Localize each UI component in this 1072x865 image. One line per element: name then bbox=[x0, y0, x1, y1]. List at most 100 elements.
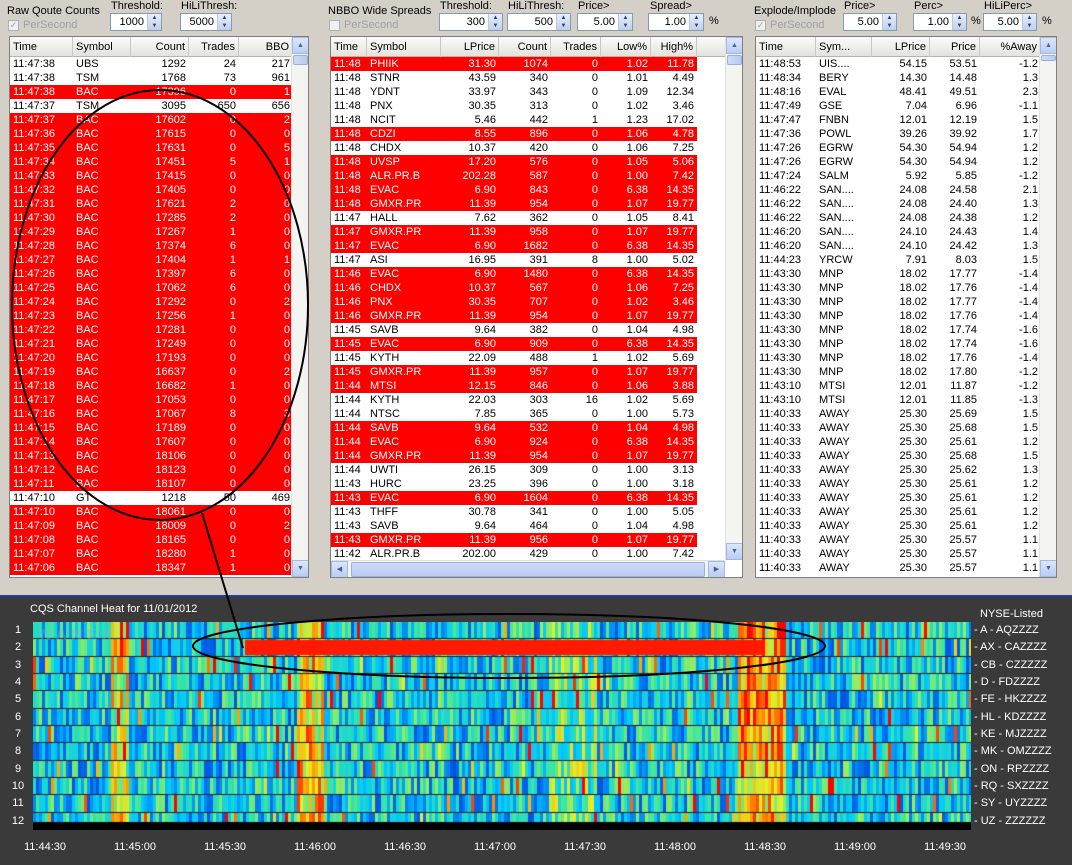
table-row[interactable]: 11:47:10 BAC 18061 0 0 bbox=[10, 505, 293, 519]
spin-arrows-icon[interactable]: ▲ ▼ bbox=[556, 14, 570, 30]
table-row[interactable]: 11:47:08 BAC 18165 0 0 bbox=[10, 533, 293, 547]
table-row[interactable]: 11:47:15 BAC 17189 0 0 bbox=[10, 421, 293, 435]
nbbo-hilit-stepper[interactable]: 500 ▲ ▼ bbox=[507, 13, 571, 31]
table-row[interactable]: 11:47:23 BAC 17256 1 0 bbox=[10, 309, 293, 323]
table-row[interactable]: 11:47:38 UBS 1292 24 217 bbox=[10, 57, 293, 71]
table-row[interactable]: 11:47:10 GT 1218 50 469 bbox=[10, 491, 293, 505]
column-header[interactable]: Time bbox=[10, 37, 73, 57]
table-row[interactable]: 11:45 SAVB 9.64 382 0 1.04 4.98 bbox=[331, 323, 697, 337]
table-row[interactable]: 11:43:10 MTSI 12.01 11.85 -1.3 bbox=[756, 393, 1041, 407]
scroll-thumb[interactable] bbox=[293, 55, 308, 65]
table-row[interactable]: 11:40:33 AWAY 25.30 25.69 1.5 bbox=[756, 407, 1041, 421]
table-row[interactable]: 11:47:20 BAC 17193 0 0 bbox=[10, 351, 293, 365]
table-row[interactable]: 11:47:37 TSM 3095 650 656 bbox=[10, 99, 293, 113]
table-row[interactable]: 11:47:09 BAC 18009 0 2 bbox=[10, 519, 293, 533]
scroll-up-icon[interactable]: ▲ bbox=[1040, 37, 1056, 54]
nbbo-vertical-scrollbar[interactable]: ▲ ▼ bbox=[725, 37, 742, 560]
table-row[interactable]: 11:47:33 BAC 17415 0 0 bbox=[10, 169, 293, 183]
table-row[interactable]: 11:47:24 BAC 17292 0 2 bbox=[10, 295, 293, 309]
table-row[interactable]: 11:40:33 AWAY 25.30 25.61 1.2 bbox=[756, 505, 1041, 519]
table-row[interactable]: 11:48:34 BERY 14.30 14.48 1.3 bbox=[756, 71, 1041, 85]
raw-quote-grid[interactable]: Time Symbol Count Trades BBO 11:47:38 UBS 1292… bbox=[9, 36, 309, 578]
table-row[interactable]: 11:48 STNR 43.59 340 0 1.01 4.49 bbox=[331, 71, 697, 85]
table-row[interactable]: 11:47:36 BAC 17615 0 0 bbox=[10, 127, 293, 141]
table-row[interactable]: 11:46 CHDX 10.37 567 0 1.06 7.25 bbox=[331, 281, 697, 295]
table-row[interactable]: 11:46 PNX 30.35 707 0 1.02 3.46 bbox=[331, 295, 697, 309]
table-row[interactable]: 11:46:20 SAN.... 24.10 24.43 1.4 bbox=[756, 225, 1041, 239]
table-row[interactable]: 11:43:30 MNP 18.02 17.80 -1.2 bbox=[756, 365, 1041, 379]
table-row[interactable]: 11:47:28 BAC 17374 6 0 bbox=[10, 239, 293, 253]
table-row[interactable]: 11:47:14 BAC 17607 0 0 bbox=[10, 435, 293, 449]
table-row[interactable]: 11:47:26 EGRW 54.30 54.94 1.2 bbox=[756, 141, 1041, 155]
table-row[interactable]: 11:45 KYTH 22.09 488 1 1.02 5.69 bbox=[331, 351, 697, 365]
scroll-right-icon[interactable]: ▶ bbox=[708, 561, 725, 577]
table-row[interactable]: 11:48:16 EVAL 48.41 49.51 2.3 bbox=[756, 85, 1041, 99]
nbbo-price-stepper[interactable]: 5.00 ▲ ▼ bbox=[577, 13, 633, 31]
table-row[interactable]: 11:47:26 EGRW 54.30 54.94 1.2 bbox=[756, 155, 1041, 169]
column-header[interactable]: %Away bbox=[980, 37, 1041, 57]
table-row[interactable]: 11:47:18 BAC 16682 1 0 bbox=[10, 379, 293, 393]
table-row[interactable]: 11:40:33 AWAY 25.30 25.61 1.2 bbox=[756, 477, 1041, 491]
column-header[interactable]: Count bbox=[499, 37, 551, 57]
table-row[interactable]: 11:46 EVAC 6.90 1480 0 6.38 14.35 bbox=[331, 267, 697, 281]
table-row[interactable]: 11:43:30 MNP 18.02 17.74 -1.6 bbox=[756, 337, 1041, 351]
table-row[interactable]: 11:42 ALR.PR.B 202.00 429 0 1.00 7.42 bbox=[331, 547, 697, 561]
table-row[interactable]: 11:47:30 BAC 17285 2 0 bbox=[10, 211, 293, 225]
table-row[interactable]: 11:44 NTSC 7.85 365 0 1.00 5.73 bbox=[331, 407, 697, 421]
table-row[interactable]: 11:40:33 AWAY 25.30 25.57 1.1 bbox=[756, 547, 1041, 561]
raw-threshold-stepper[interactable]: 1000 ▲ ▼ bbox=[110, 13, 162, 31]
scroll-left-icon[interactable]: ◀ bbox=[331, 561, 348, 577]
column-header[interactable]: Trades bbox=[189, 37, 239, 57]
table-row[interactable]: 11:47:27 BAC 17404 1 1 bbox=[10, 253, 293, 267]
table-row[interactable]: 11:44 UWTI 26.15 309 0 1.00 3.13 bbox=[331, 463, 697, 477]
raw-persecond-checkbox[interactable]: ✓ PerSecond bbox=[8, 19, 77, 31]
table-row[interactable]: 11:48 NCIT 5.46 442 1 1.23 17.02 bbox=[331, 113, 697, 127]
scroll-thumb[interactable] bbox=[727, 55, 742, 65]
explode-persecond-checkbox[interactable]: ✓ PerSecond bbox=[755, 19, 824, 31]
table-row[interactable]: 11:47:13 BAC 18106 0 0 bbox=[10, 449, 293, 463]
table-row[interactable]: 11:43 GMXR.PR 11.39 956 0 1.07 19.77 bbox=[331, 533, 697, 547]
spin-arrows-icon[interactable]: ▲ ▼ bbox=[689, 14, 703, 30]
table-row[interactable]: 11:47:21 BAC 17249 0 0 bbox=[10, 337, 293, 351]
table-row[interactable]: 11:43 EVAC 6.90 1604 0 6.38 14.35 bbox=[331, 491, 697, 505]
spin-arrows-icon[interactable]: ▲ ▼ bbox=[147, 14, 161, 30]
table-row[interactable]: 11:47 HALL 7.62 362 0 1.05 8.41 bbox=[331, 211, 697, 225]
table-row[interactable]: 11:47:38 TSM 1768 73 961 bbox=[10, 71, 293, 85]
table-row[interactable]: 11:47:17 BAC 17053 0 0 bbox=[10, 393, 293, 407]
spin-arrows-icon[interactable]: ▲ ▼ bbox=[217, 14, 231, 30]
scroll-thumb[interactable] bbox=[1041, 55, 1056, 61]
table-row[interactable]: 11:46:22 SAN.... 24.08 24.38 1.2 bbox=[756, 211, 1041, 225]
table-row[interactable]: 11:40:33 AWAY 25.30 25.68 1.5 bbox=[756, 421, 1041, 435]
raw-vertical-scrollbar[interactable]: ▲ ▼ bbox=[291, 37, 308, 577]
table-row[interactable]: 11:46:22 SAN.... 24.08 24.58 2.1 bbox=[756, 183, 1041, 197]
column-header[interactable]: Low% bbox=[601, 37, 651, 57]
column-header[interactable]: Sym... bbox=[816, 37, 872, 57]
spin-arrows-icon[interactable]: ▲ ▼ bbox=[952, 14, 966, 30]
table-row[interactable]: 11:43:30 MNP 18.02 17.77 -1.4 bbox=[756, 295, 1041, 309]
table-row[interactable]: 11:47:22 BAC 17281 0 0 bbox=[10, 323, 293, 337]
table-row[interactable]: 11:48 UVSP 17.20 576 0 1.05 5.06 bbox=[331, 155, 697, 169]
column-header[interactable]: Time bbox=[756, 37, 816, 57]
table-row[interactable]: 11:47 EVAC 6.90 1682 0 6.38 14.35 bbox=[331, 239, 697, 253]
table-row[interactable]: 11:47:11 BAC 18107 0 0 bbox=[10, 477, 293, 491]
column-header[interactable]: Time bbox=[331, 37, 367, 57]
table-row[interactable]: 11:47:37 BAC 17602 0 2 bbox=[10, 113, 293, 127]
table-row[interactable]: 11:48 YDNT 33.97 343 0 1.09 12.34 bbox=[331, 85, 697, 99]
table-row[interactable]: 11:47:24 SALM 5.92 5.85 -1.2 bbox=[756, 169, 1041, 183]
column-header[interactable]: BBO bbox=[239, 37, 293, 57]
table-row[interactable]: 11:47:19 BAC 16637 0 2 bbox=[10, 365, 293, 379]
table-row[interactable]: 11:47:47 FNBN 12.01 12.19 1.5 bbox=[756, 113, 1041, 127]
scroll-down-icon[interactable]: ▼ bbox=[292, 560, 308, 577]
spin-arrows-icon[interactable]: ▲ ▼ bbox=[488, 14, 502, 30]
scroll-up-icon[interactable]: ▲ bbox=[292, 37, 308, 54]
table-row[interactable]: 11:48 EVAC 6.90 843 0 6.38 14.35 bbox=[331, 183, 697, 197]
spin-arrows-icon[interactable]: ▲ ▼ bbox=[882, 14, 896, 30]
nbbo-spreads-grid[interactable]: Time Symbol LPrice Count Trades Low% High% 11:… bbox=[330, 36, 743, 578]
table-row[interactable]: 11:43 HURC 23.25 396 0 1.00 3.18 bbox=[331, 477, 697, 491]
nbbo-persecond-checkbox[interactable]: PerSecond bbox=[329, 19, 398, 31]
table-row[interactable]: 11:44 KYTH 22.03 303 16 1.02 5.69 bbox=[331, 393, 697, 407]
explode-grid[interactable]: Time Sym... LPrice Price %Away 11:48:53 UIS..… bbox=[755, 36, 1057, 578]
table-row[interactable]: 11:48:53 UIS.... 54.15 53.51 -1.2 bbox=[756, 57, 1041, 71]
table-row[interactable]: 11:40:33 AWAY 25.30 25.57 1.1 bbox=[756, 533, 1041, 547]
column-header[interactable]: Count bbox=[131, 37, 189, 57]
